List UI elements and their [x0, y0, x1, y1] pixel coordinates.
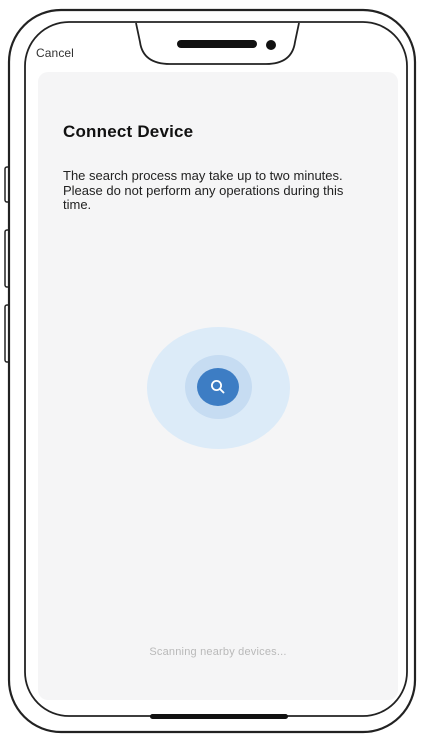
search-icon	[211, 380, 225, 394]
home-indicator[interactable]	[150, 714, 288, 719]
speaker	[177, 40, 257, 48]
scan-button[interactable]	[197, 368, 239, 406]
scanning-status-text: Scanning nearby devices...	[149, 646, 287, 658]
cancel-button[interactable]: Cancel	[36, 46, 74, 60]
scan-indicator	[147, 327, 290, 449]
description-text: The search process may take up to two mi…	[63, 168, 344, 212]
phone-mockup: Cancel Connect Device The search process…	[0, 0, 423, 736]
page-title: Connect Device	[63, 122, 194, 141]
front-camera	[266, 40, 276, 50]
